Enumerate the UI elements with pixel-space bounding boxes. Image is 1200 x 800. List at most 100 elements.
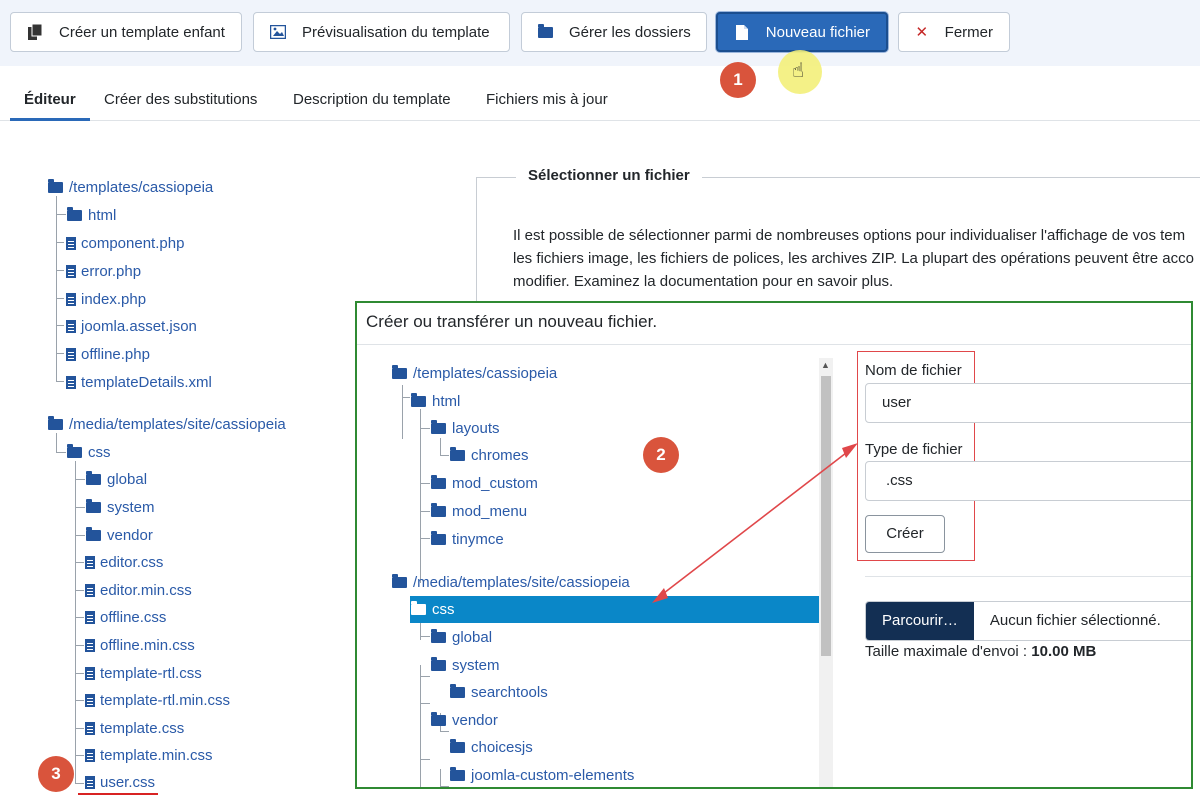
folder-icon: [431, 474, 446, 489]
file-icon: [85, 666, 95, 680]
file-icon: [734, 24, 750, 40]
file-icon: [85, 610, 95, 624]
preview-template-label: Prévisualisation du template: [302, 23, 490, 41]
modal-section-divider: [865, 576, 1191, 577]
tab-editor[interactable]: Éditeur: [10, 79, 90, 121]
tree-file[interactable]: editor.css: [85, 552, 163, 572]
modal-tree-searchtools[interactable]: searchtools: [450, 681, 548, 703]
max-upload-size: Taille maximale d'envoi : 10.00 MB: [865, 643, 1097, 660]
step-badge-3: 3: [38, 756, 74, 792]
fieldset-text-line: Il est possible de sélectionner parmi de…: [513, 227, 1186, 244]
filename-input[interactable]: user: [865, 383, 1191, 423]
folder-icon: [450, 446, 465, 461]
create-button[interactable]: Créer: [865, 515, 945, 553]
tree-folder-vendor[interactable]: vendor: [86, 525, 153, 545]
close-label: Fermer: [944, 23, 993, 41]
tab-description[interactable]: Description du template: [293, 79, 451, 121]
folder-icon: [392, 573, 407, 588]
fieldset-text-line: les fichiers image, les fichiers de poli…: [513, 250, 1194, 267]
modal-title: Créer ou transférer un nouveau fichier.: [366, 312, 658, 331]
tree-file[interactable]: error.php: [66, 261, 141, 281]
tree-file[interactable]: offline.php: [66, 344, 150, 364]
file-icon: [85, 583, 95, 597]
tree-folder-media-cassiopeia[interactable]: /media/templates/site/cassiopeia: [48, 414, 286, 434]
folder-icon: [431, 711, 446, 726]
tree-file[interactable]: template.css: [85, 718, 184, 738]
tree-file[interactable]: joomla.asset.json: [66, 316, 197, 336]
folder-icon: [431, 419, 446, 434]
modal-tree-choicesjs[interactable]: choicesjs: [450, 736, 533, 758]
folder-icon: [67, 443, 82, 458]
modal-tree-css[interactable]: css: [411, 598, 455, 620]
folder-icon: [86, 498, 101, 513]
browse-button[interactable]: Parcourir…: [866, 602, 974, 640]
file-icon: [66, 319, 76, 333]
tab-updated-files[interactable]: Fichiers mis à jour: [486, 79, 608, 121]
folder-icon: [411, 600, 426, 615]
close-button[interactable]: ✕ Fermer: [898, 12, 1010, 52]
folder-icon: [450, 683, 465, 698]
toolbar: Créer un template enfant Prévisualisatio…: [0, 0, 1200, 66]
tree-file[interactable]: template.min.css: [85, 745, 213, 765]
tree-file[interactable]: component.php: [66, 233, 184, 253]
file-icon: [66, 236, 76, 250]
file-icon: [85, 748, 95, 762]
modal-tree-tinymce[interactable]: tinymce: [431, 528, 504, 550]
tree-file[interactable]: index.php: [66, 289, 146, 309]
folder-icon: [450, 766, 465, 781]
modal-tree-mod-custom[interactable]: mod_custom: [431, 472, 538, 494]
modal-tree-html[interactable]: html: [411, 390, 460, 412]
tree-file[interactable]: offline.css: [85, 607, 166, 627]
tree-folder-html[interactable]: html: [67, 205, 116, 225]
modal-tree-joomla-custom-elements[interactable]: joomla-custom-elements: [450, 764, 634, 786]
tree-file-user-css[interactable]: user.css: [85, 772, 155, 792]
modal-tree-vendor[interactable]: vendor: [431, 709, 498, 731]
tabs-bar: Éditeur Créer des substitutions Descript…: [0, 79, 1200, 121]
tree-file[interactable]: template-rtl.css: [85, 663, 202, 683]
modal-tree-media-cassiopeia[interactable]: /media/templates/site/cassiopeia: [392, 571, 630, 593]
create-child-template-button[interactable]: Créer un template enfant: [10, 12, 242, 52]
folder-icon: [431, 502, 446, 517]
modal-tree-layouts[interactable]: layouts: [431, 417, 500, 439]
tree-file[interactable]: offline.min.css: [85, 635, 195, 655]
modal-tree-mod-menu[interactable]: mod_menu: [431, 500, 527, 522]
file-icon: [85, 555, 95, 569]
tab-overrides[interactable]: Créer des substitutions: [104, 79, 257, 121]
scrollbar-thumb[interactable]: [821, 376, 831, 656]
file-icon: [85, 693, 95, 707]
scroll-up-icon[interactable]: ▲: [821, 360, 830, 370]
modal-tree-system[interactable]: system: [431, 654, 500, 676]
create-child-template-label: Créer un template enfant: [59, 23, 225, 41]
tree-selected-row: [410, 596, 819, 623]
folder-icon: [450, 738, 465, 753]
file-icon: [85, 638, 95, 652]
file-icon: [85, 775, 95, 789]
folder-icon: [411, 392, 426, 407]
tree-folder-global[interactable]: global: [86, 469, 147, 489]
folder-icon: [48, 415, 63, 430]
tree-scrollbar[interactable]: ▲: [819, 358, 833, 787]
folder-icon: [67, 206, 82, 221]
new-file-button[interactable]: Nouveau fichier: [716, 12, 888, 52]
tree-folder-css[interactable]: css: [67, 442, 111, 462]
folder-icon: [431, 656, 446, 671]
modal-tree-templates-cassiopeia[interactable]: /templates/cassiopeia: [392, 362, 557, 384]
modal-tree-chromes[interactable]: chromes: [450, 444, 529, 466]
file-upload-field[interactable]: Parcourir… Aucun fichier sélectionné.: [865, 601, 1191, 641]
folder-icon: [431, 628, 446, 643]
filetype-select[interactable]: .css: [865, 461, 1191, 501]
manage-folders-button[interactable]: Gérer les dossiers: [521, 12, 707, 52]
step-badge-2: 2: [643, 437, 679, 473]
fieldset-legend: Sélectionner un fichier: [516, 167, 702, 184]
tree-file[interactable]: editor.min.css: [85, 580, 192, 600]
preview-template-button[interactable]: Prévisualisation du template: [253, 12, 510, 52]
tree-folder-system[interactable]: system: [86, 497, 155, 517]
tree-file[interactable]: templateDetails.xml: [66, 372, 212, 392]
folder-icon: [431, 530, 446, 545]
no-file-text: Aucun fichier sélectionné.: [989, 612, 1161, 629]
tree-file[interactable]: template-rtl.min.css: [85, 690, 230, 710]
tree-folder-templates-cassiopeia[interactable]: /templates/cassiopeia: [48, 177, 213, 197]
annotation-underline: [78, 793, 158, 795]
copy-icon: [27, 24, 43, 40]
modal-tree-global[interactable]: global: [431, 626, 492, 648]
